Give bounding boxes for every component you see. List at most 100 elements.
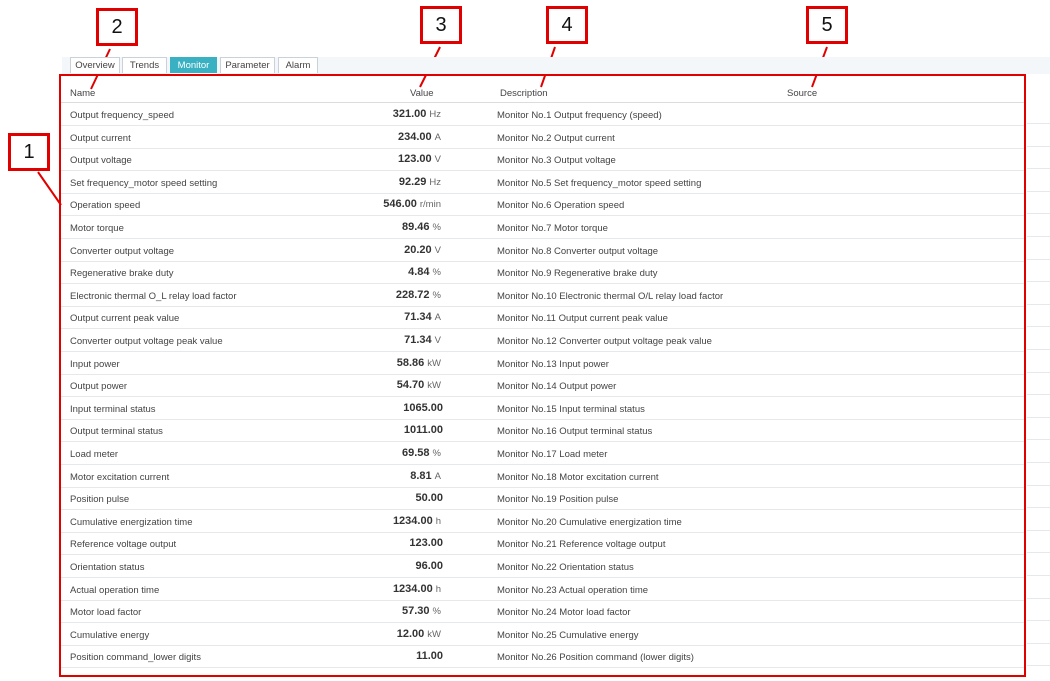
row-description: Monitor No.14 Output power <box>497 381 617 393</box>
row-description: Monitor No.19 Position pulse <box>497 494 619 506</box>
row-description: Monitor No.10 Electronic thermal O/L rel… <box>497 290 724 302</box>
row-value: 1065.00 <box>61 402 443 414</box>
row-description: Monitor No.6 Operation speed <box>497 200 625 212</box>
tab-monitor[interactable]: Monitor <box>170 57 217 73</box>
row-value-unit: h <box>435 583 441 595</box>
row-edge-line <box>1027 576 1050 599</box>
row-edge-line <box>1027 485 1050 509</box>
row-value-number: 69.58 <box>402 447 430 459</box>
row-description: Monitor No.9 Regenerative brake duty <box>497 268 658 280</box>
row-value-unit: kW <box>427 628 441 640</box>
tab-alarm[interactable]: Alarm <box>278 57 318 73</box>
column-header-description[interactable]: Description <box>500 88 548 99</box>
table-row[interactable]: Cumulative energization time 1234.00 h Moni… <box>61 510 1024 533</box>
table-row[interactable]: Output power 54.70 kW Monitor No.14 Output … <box>61 374 1024 398</box>
tab-overview[interactable]: Overview <box>70 57 120 73</box>
row-edge-line <box>1027 643 1050 667</box>
row-value-unit: r/min <box>419 199 441 211</box>
row-value: 1234.00 h <box>61 515 441 527</box>
row-value-unit: kW <box>427 357 441 369</box>
column-header-value[interactable]: Value <box>410 88 434 99</box>
row-edge-line <box>1027 598 1050 622</box>
row-description: Monitor No.24 Motor load factor <box>497 607 631 619</box>
row-value-unit: % <box>432 289 441 301</box>
row-value: 1234.00 h <box>61 583 441 595</box>
row-value-number: 11.00 <box>416 650 443 663</box>
column-header-source[interactable]: Source <box>787 88 817 99</box>
row-value-number: 89.46 <box>402 221 430 233</box>
table-row[interactable]: Input terminal status 1065.00 Monitor No.1… <box>61 397 1024 420</box>
row-value-number: 228.72 <box>395 288 430 301</box>
row-value: 58.86 kW <box>61 357 441 369</box>
table-row[interactable]: Operation speed 546.00 r/min Monitor No.6 O… <box>61 193 1024 217</box>
row-value-number: 546.00 <box>383 198 417 211</box>
leader-1 <box>37 171 62 206</box>
row-value: 89.46% <box>61 221 441 233</box>
table-row[interactable]: Reference voltage output 123.00 Monitor No… <box>61 532 1024 556</box>
table-row[interactable]: Orientation status 96.00 Monitor No.22 Ori… <box>61 555 1024 578</box>
table-row[interactable]: Motor excitation current 8.81 A Monitor No.… <box>61 465 1024 488</box>
row-value: 234.00 A <box>61 131 441 143</box>
row-value-number: 123.00 <box>409 537 443 550</box>
table-row[interactable]: Position pulse 50.00 Monitor No.19 Positio… <box>61 487 1024 511</box>
table-row[interactable]: Output terminal status 1011.00 Monitor No.… <box>61 419 1024 443</box>
table-row[interactable]: Output frequency_speed 321.00 Hz Monitor No… <box>61 103 1024 126</box>
row-value: 96.00 <box>61 560 443 572</box>
table-row[interactable]: Motor load factor 57.30% Monitor No.24 Mot… <box>61 600 1024 624</box>
row-value-number: 123.00 <box>398 153 432 166</box>
row-value-unit: h <box>435 515 441 527</box>
table-row[interactable]: Output voltage 123.00 V Monitor No.3 Output… <box>61 148 1024 172</box>
row-value-number: 12.00 <box>396 627 425 640</box>
row-edge-line <box>1027 440 1050 463</box>
table-row[interactable]: Load meter 69.58% Monitor No.17 Load meter <box>61 442 1024 465</box>
row-description: Monitor No.16 Output terminal status <box>497 426 653 438</box>
table-row[interactable]: Output current 234.00 A Monitor No.2 Output… <box>61 126 1024 149</box>
row-value-number: 71.34 <box>404 334 432 346</box>
tab-parameter[interactable]: Parameter <box>220 57 275 73</box>
table-row[interactable]: Position command_lower digits 11.00 Monito… <box>61 645 1024 669</box>
row-description: Monitor No.21 Reference voltage output <box>497 539 666 551</box>
table-row[interactable]: Set frequency_motor speed setting 92.29 Hz… <box>61 171 1024 194</box>
row-value: 1011.00 <box>61 424 443 436</box>
row-edge-line <box>1027 530 1050 554</box>
monitor-table: Name Value Description Source Output fre… <box>59 74 1026 677</box>
row-edge-line <box>1027 621 1050 644</box>
callout-4: 4 <box>546 6 588 44</box>
table-row[interactable]: Motor torque 89.46% Monitor No.7 Motor tor… <box>61 216 1024 239</box>
row-value-unit: A <box>434 470 441 482</box>
row-description: Monitor No.12 Converter output voltage p… <box>497 336 712 347</box>
row-value: 11.00 <box>61 650 443 662</box>
row-description: Monitor No.20 Cumulative energization ti… <box>497 516 682 528</box>
table-row[interactable]: Cumulative energy 12.00 kW Monitor No.25 Cu… <box>61 623 1024 646</box>
table-row[interactable]: Input power 58.86 kW Monitor No.13 Input po… <box>61 352 1024 375</box>
table-row[interactable]: Converter output voltage peak value 71.34… <box>61 329 1024 352</box>
row-value-number: 20.20 <box>404 243 432 256</box>
table-row[interactable]: Electronic thermal O_L relay load factor… <box>61 284 1024 307</box>
row-edge-line <box>1027 146 1050 170</box>
row-value: 228.72% <box>61 289 441 301</box>
row-description: Monitor No.2 Output current <box>497 132 615 144</box>
table-row[interactable]: Regenerative brake duty 4.84% Monitor No.9… <box>61 261 1024 285</box>
row-description: Monitor No.17 Load meter <box>497 449 608 460</box>
row-description: Monitor No.8 Converter output voltage <box>497 245 659 257</box>
tab-bar: Overview Trends Monitor Parameter Alarm <box>62 57 1050 74</box>
table-row[interactable]: Actual operation time 1234.00 h Monitor No.… <box>61 578 1024 601</box>
callout-3: 3 <box>420 6 462 44</box>
column-header-name[interactable]: Name <box>70 88 95 99</box>
tab-trends[interactable]: Trends <box>122 57 167 73</box>
callout-2: 2 <box>96 8 138 46</box>
row-edge-line <box>1027 237 1050 260</box>
row-value-number: 321.00 <box>392 108 427 120</box>
row-edge-line <box>1027 124 1050 147</box>
row-description: Monitor No.13 Input power <box>497 358 609 370</box>
row-description: Monitor No.26 Position command (lower di… <box>497 652 694 664</box>
row-edge-line <box>1027 395 1050 418</box>
row-value-number: 4.84 <box>408 266 430 279</box>
row-value-number: 54.70 <box>396 379 425 392</box>
callout-1: 1 <box>8 133 50 171</box>
row-value: 546.00 r/min <box>61 198 441 210</box>
row-value-unit: V <box>434 154 441 166</box>
table-row[interactable]: Converter output voltage 20.20 V Monitor No… <box>61 239 1024 262</box>
table-row[interactable]: Output current peak value 71.34 A Monitor N… <box>61 306 1024 330</box>
row-value-unit: V <box>434 335 441 346</box>
